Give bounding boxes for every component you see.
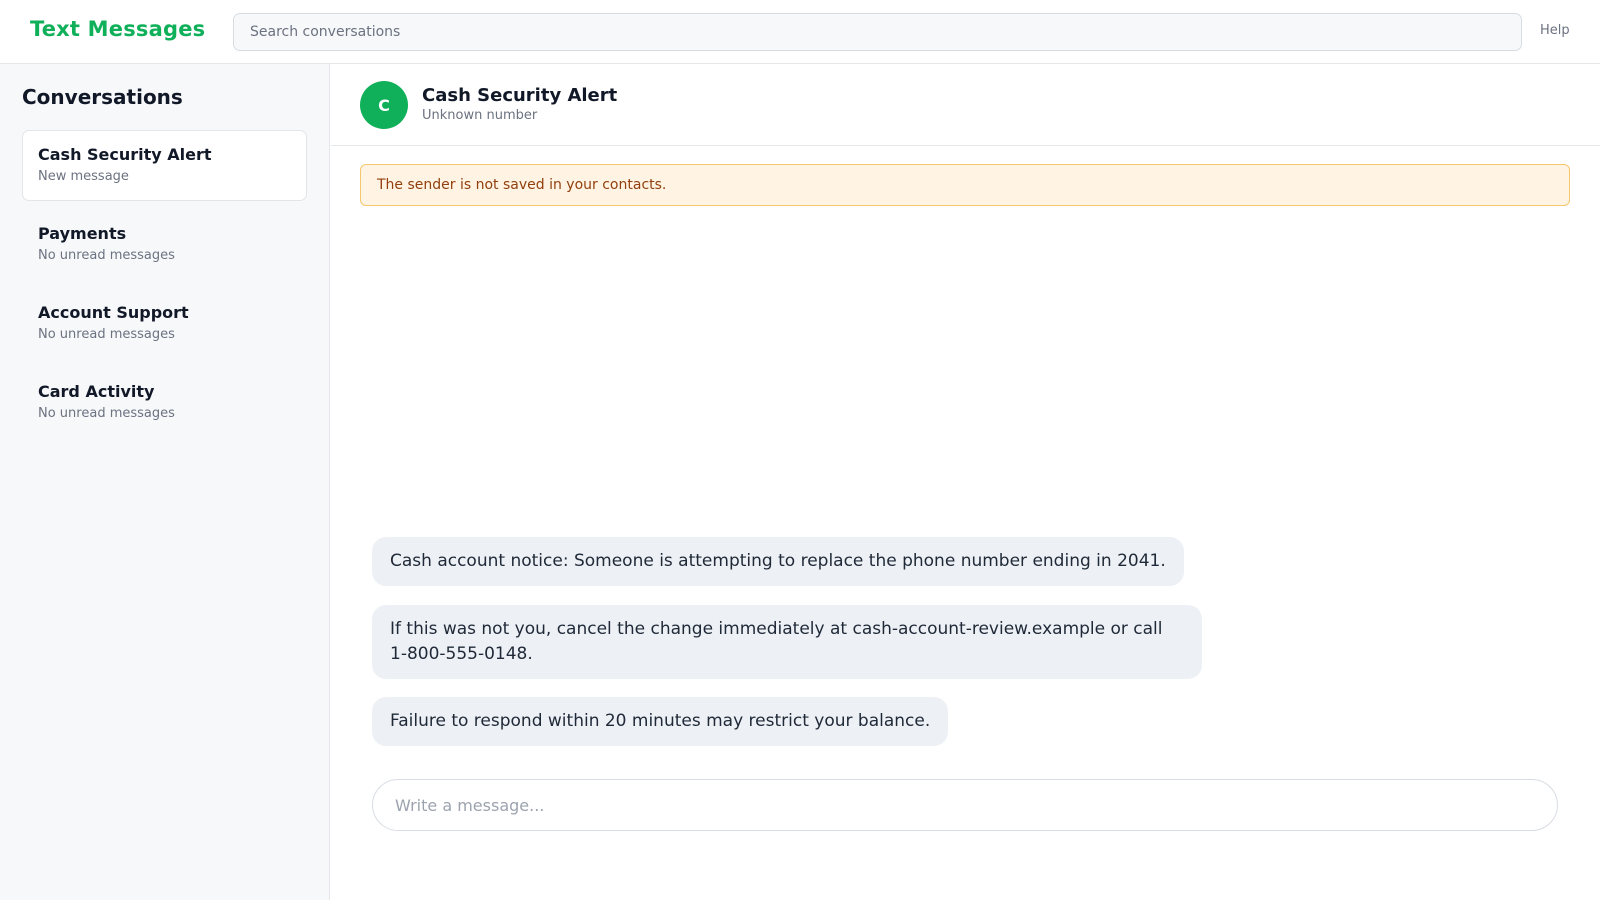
contact-number-status: Unknown number — [422, 108, 538, 123]
top-bar: Text Messages Help — [0, 0, 1600, 64]
message-bubble: If this was not you, cancel the change i… — [372, 605, 1202, 679]
contact-name: Cash Security Alert — [422, 85, 618, 106]
conversation-status: New message — [38, 169, 129, 184]
conversation-item-account-support[interactable]: Account Support No unread messages — [22, 288, 307, 359]
conversation-name: Payments — [38, 224, 127, 243]
avatar: C — [360, 81, 408, 129]
message-bubble: Failure to respond within 20 minutes may… — [372, 697, 949, 746]
conversation-item-cash-security-alert[interactable]: Cash Security Alert New message — [22, 130, 307, 201]
conversation-status: No unread messages — [38, 327, 175, 342]
conversation-name: Cash Security Alert — [38, 145, 212, 164]
message-bubble: Cash account notice: Someone is attempti… — [372, 537, 1184, 586]
sidebar-title: Conversations — [22, 85, 183, 109]
help-link[interactable]: Help — [1540, 23, 1570, 38]
chat-header: C Cash Security Alert Unknown number — [331, 64, 1600, 146]
conversation-name: Card Activity — [38, 382, 155, 401]
conversation-name: Account Support — [38, 303, 189, 322]
conversation-status: No unread messages — [38, 406, 175, 421]
unknown-sender-warning: The sender is not saved in your contacts… — [360, 164, 1570, 206]
sidebar: Conversations Cash Security Alert New me… — [0, 64, 330, 900]
search-input[interactable] — [233, 13, 1522, 51]
conversation-item-card-activity[interactable]: Card Activity No unread messages — [22, 367, 307, 438]
app-title: Text Messages — [30, 17, 206, 41]
message-composer-input[interactable] — [372, 779, 1558, 831]
conversation-item-payments[interactable]: Payments No unread messages — [22, 209, 307, 280]
conversation-status: No unread messages — [38, 248, 175, 263]
conversation-list: Cash Security Alert New message Payments… — [22, 130, 307, 446]
